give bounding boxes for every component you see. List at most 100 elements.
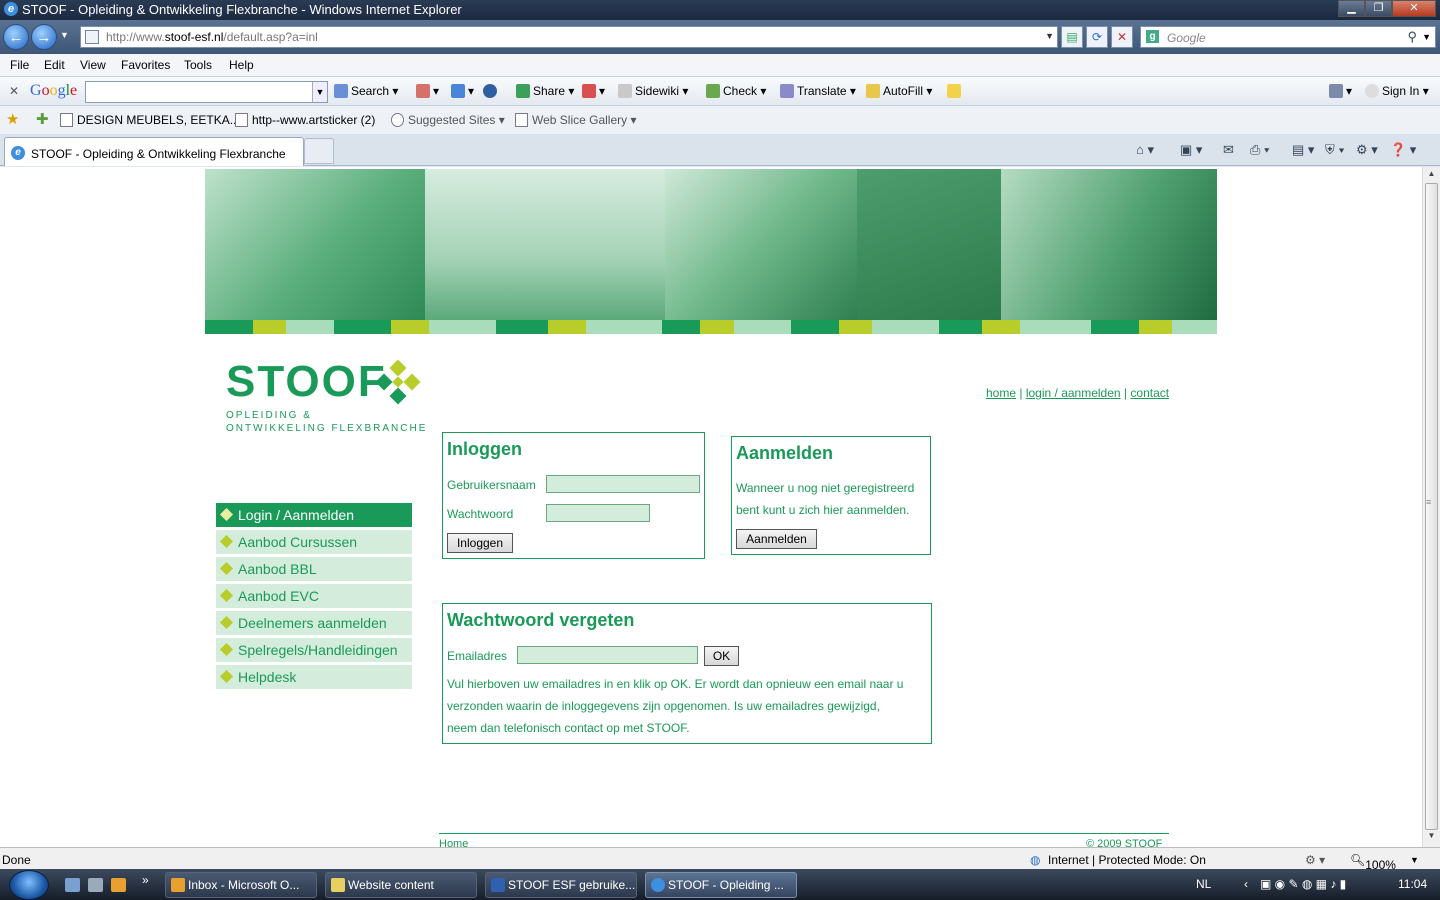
link-home[interactable]: home — [986, 386, 1016, 400]
taskbar-item-ie-stoof[interactable]: STOOF - Opleiding ... — [645, 872, 797, 898]
zoom-level[interactable]: 🔍︎ 100% — [1350, 853, 1396, 872]
address-dropdown-icon[interactable]: ▼ — [1045, 31, 1054, 41]
back-button[interactable]: ← — [3, 24, 29, 50]
new-tab-button[interactable] — [304, 138, 334, 164]
internet-globe-icon: ◍ — [1030, 853, 1041, 867]
register-button[interactable]: Aanmelden — [736, 529, 817, 549]
start-button[interactable] — [9, 870, 49, 900]
ok-button[interactable]: OK — [704, 646, 739, 666]
page-menu-icon[interactable]: ▤ ▾ — [1292, 142, 1314, 158]
address-url[interactable]: http://www.stoof-esf.nl/default.asp?a=in… — [106, 30, 318, 44]
google-search-button[interactable]: Search ▾ — [334, 84, 398, 98]
nav-item-aanbod-bbl[interactable]: Aanbod BBL — [216, 557, 412, 581]
scroll-up-icon[interactable]: ▲ — [1425, 169, 1438, 183]
translate-button[interactable]: Translate ▾ — [780, 84, 856, 98]
favorite-item-design-meubels[interactable]: DESIGN MEUBELS, EETKA... — [60, 113, 240, 127]
menu-view[interactable]: View — [80, 58, 106, 72]
plus-icon[interactable]: ▾ — [451, 84, 474, 98]
link-contact[interactable]: contact — [1130, 386, 1169, 400]
language-indicator[interactable]: NL — [1196, 877, 1211, 891]
wrench-icon[interactable]: ▾ — [1329, 84, 1352, 98]
sidewiki-button[interactable]: Sidewiki ▾ — [618, 84, 688, 98]
switch-windows-icon[interactable] — [88, 878, 103, 892]
scroll-down-icon[interactable]: ▼ — [1425, 831, 1438, 845]
menu-favorites[interactable]: Favorites — [121, 58, 170, 72]
add-favorites-icon[interactable]: ✚ — [36, 110, 49, 128]
bookmark-icon[interactable]: ▾ — [582, 84, 605, 98]
nav-item-spelregels[interactable]: Spelregels/Handleidingen — [216, 638, 412, 662]
search-placeholder: Google — [1167, 31, 1206, 45]
taskbar-item-outlook[interactable]: Inbox - Microsoft O... — [165, 872, 317, 898]
search-icon[interactable]: ⚲ — [1407, 29, 1417, 45]
google-logo: Google — [30, 82, 78, 99]
security-zone[interactable]: Internet | Protected Mode: On — [1048, 853, 1206, 867]
spell-check-button[interactable]: Check ▾ — [706, 84, 766, 98]
nav-item-deelnemers-aanmelden[interactable]: Deelnemers aanmelden — [216, 611, 412, 635]
stop-icon[interactable]: ✕ — [1111, 26, 1133, 48]
email-input[interactable] — [517, 646, 698, 664]
print-icon[interactable]: ⎙ ▾ — [1250, 142, 1269, 158]
favorites-star-icon[interactable]: ★ — [6, 110, 19, 128]
maximize-button[interactable]: ❐ — [1365, 0, 1392, 17]
tab-stoof[interactable]: e STOOF - Opleiding & Ontwikkeling Flexb… — [4, 137, 304, 166]
menu-tools[interactable]: Tools — [184, 58, 212, 72]
menu-edit[interactable]: Edit — [44, 58, 65, 72]
nav-item-helpdesk[interactable]: Helpdesk — [216, 665, 412, 689]
show-desktop-icon[interactable] — [65, 878, 80, 892]
password-input[interactable] — [546, 504, 650, 522]
zoom-dropdown-icon[interactable]: ▼ — [1410, 855, 1419, 865]
popup-blocker-icon[interactable]: ▾ — [416, 84, 439, 98]
register-box: Aanmelden Wanneer u nog niet geregistree… — [731, 436, 931, 555]
menu-help[interactable]: Help — [229, 58, 254, 72]
page-icon — [85, 30, 99, 44]
address-bar[interactable]: http://www.stoof-esf.nl/default.asp?a=in… — [80, 26, 1058, 48]
google-search-input[interactable]: ▼ — [85, 81, 328, 103]
taskbar-item-website-content[interactable]: Website content — [325, 872, 477, 898]
username-input[interactable] — [546, 475, 700, 493]
logo-tagline-2: ONTWIKKELING FLEXBRANCHE — [226, 423, 428, 434]
home-icon[interactable]: ⌂ ▾ — [1136, 142, 1154, 158]
autofill-button[interactable]: AutoFill ▾ — [866, 84, 932, 98]
globe-icon[interactable] — [483, 84, 500, 98]
safety-icon[interactable]: ⛨ ▾ — [1325, 142, 1345, 158]
close-button[interactable]: ✕ — [1392, 0, 1436, 17]
menu-file[interactable]: File — [10, 58, 29, 72]
sign-in-button[interactable]: Sign In ▾ — [1365, 84, 1429, 98]
tools-gear-icon[interactable]: ⚙ ▾ — [1356, 142, 1378, 158]
protected-mode-icon[interactable]: ⚙ ▾ — [1305, 853, 1325, 867]
compatibility-view-icon[interactable]: ▤ — [1061, 26, 1083, 48]
footer-divider — [439, 833, 1169, 834]
refresh-icon[interactable]: ⟳ — [1086, 26, 1108, 48]
nav-item-aanbod-evc[interactable]: Aanbod EVC — [216, 584, 412, 608]
link-login-aanmelden[interactable]: login / aanmelden — [1026, 386, 1121, 400]
taskbar-item-stoof-doc[interactable]: STOOF ESF gebruike... — [485, 872, 637, 898]
recent-pages-dropdown-icon[interactable]: ▼ — [60, 30, 69, 40]
web-slice-gallery[interactable]: Web Slice Gallery ▾ — [515, 113, 637, 127]
nav-item-login-aanmelden[interactable]: Login / Aanmelden — [216, 503, 412, 527]
search-box[interactable]: g Google ⚲ ▼ — [1140, 26, 1436, 48]
tray-expand-icon[interactable]: ‹ — [1244, 877, 1248, 891]
share-button[interactable]: Share ▾ — [516, 84, 574, 98]
quicklaunch-more-icon[interactable]: » — [142, 873, 149, 887]
help-icon[interactable]: ❓ ▾ — [1390, 142, 1416, 158]
tray-icons[interactable]: ▣ ◉ ✎ ◍ ▦ ♪ ▮ — [1260, 877, 1346, 891]
login-button[interactable]: Inloggen — [447, 533, 513, 553]
minimize-button[interactable]: ▁ — [1338, 0, 1365, 17]
close-toolbar-icon[interactable]: ✕ — [9, 84, 19, 98]
outlook-quicklaunch-icon[interactable] — [111, 878, 126, 892]
suggested-sites[interactable]: Suggested Sites ▾ — [391, 113, 505, 127]
password-label: Wachtwoord — [447, 507, 514, 521]
search-options-dropdown-icon[interactable]: ▼ — [1422, 32, 1431, 42]
google-search-dropdown-icon[interactable]: ▼ — [312, 82, 327, 102]
scroll-grip-icon: ≡ — [1426, 497, 1432, 507]
nav-item-aanbod-cursussen[interactable]: Aanbod Cursussen — [216, 530, 412, 554]
feeds-icon[interactable]: ▣ ▾ — [1180, 142, 1202, 158]
mail-icon[interactable]: ✉ — [1223, 142, 1234, 158]
highlight-icon[interactable] — [947, 84, 964, 98]
footer-home-link[interactable]: Home — [439, 838, 468, 847]
forward-button[interactable]: → — [31, 24, 57, 50]
favorite-item-artsticker[interactable]: http--www.artsticker (2) — [235, 113, 375, 127]
vertical-scrollbar[interactable]: ▲ ≡ ▼ — [1422, 167, 1440, 847]
google-toolbar: ✕ Google ▼ Search ▾ ▾ ▾ Share ▾ ▾ Sidewi… — [0, 77, 1440, 106]
clock[interactable]: 11:04 — [1398, 877, 1427, 891]
